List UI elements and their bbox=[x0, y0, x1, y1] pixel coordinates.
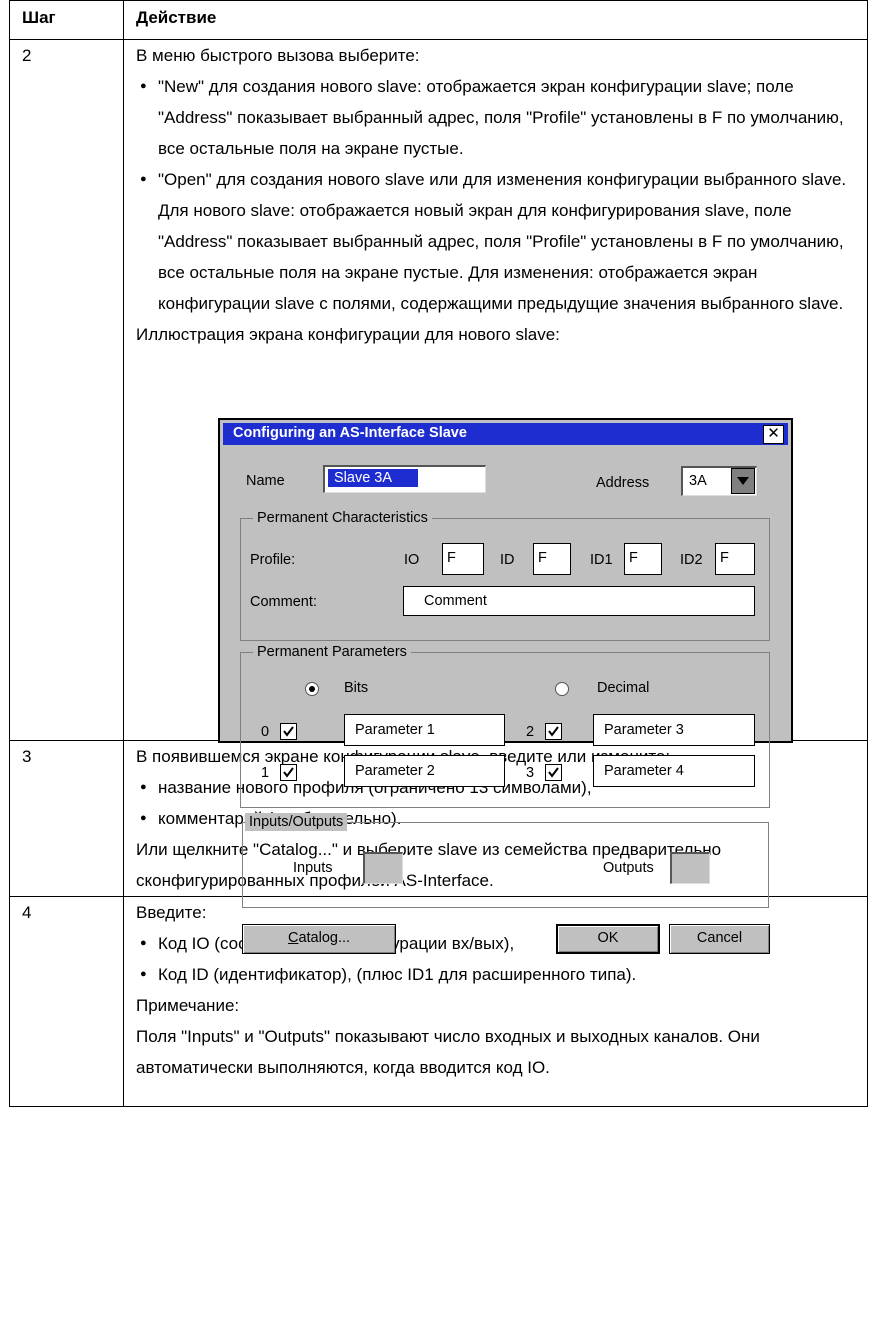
list-item: "Open" для создания нового slave или для… bbox=[136, 164, 867, 319]
outputs-field bbox=[670, 852, 710, 884]
perm-characteristics-group: Permanent Characteristics bbox=[240, 509, 770, 641]
dialog-titlebar[interactable]: Configuring an AS-Interface Slave ✕ bbox=[223, 423, 788, 445]
ok-button[interactable]: OK bbox=[556, 924, 660, 954]
list-item: Код ID (идентификатор), (плюс ID1 для ра… bbox=[136, 959, 867, 990]
id-value: F bbox=[538, 550, 547, 566]
slave-config-dialog: Configuring an AS-Interface Slave ✕ Name… bbox=[218, 418, 793, 954]
step-intro: В меню быстрого вызова выберите: bbox=[136, 46, 420, 65]
param-label: Parameter 1 bbox=[355, 722, 435, 738]
dialog-title: Configuring an AS-Interface Slave bbox=[233, 425, 467, 441]
name-label: Name bbox=[246, 473, 285, 489]
radio-selected-dot bbox=[309, 686, 315, 692]
param-label: Parameter 3 bbox=[604, 722, 684, 738]
chevron-down-icon[interactable] bbox=[731, 468, 755, 494]
inputs-field bbox=[363, 852, 403, 884]
param-label: Parameter 4 bbox=[604, 763, 684, 779]
step-number: 2 bbox=[9, 39, 124, 741]
param-field[interactable]: Parameter 1 bbox=[344, 714, 505, 746]
name-value: Slave 3A bbox=[328, 469, 419, 487]
check-icon bbox=[283, 726, 294, 737]
close-icon[interactable]: ✕ bbox=[763, 425, 784, 444]
radio-decimal[interactable] bbox=[555, 682, 569, 696]
id-field[interactable]: F bbox=[533, 543, 571, 575]
io-field[interactable]: F bbox=[442, 543, 484, 575]
catalog-mnemonic: C bbox=[287, 930, 299, 946]
catalog-button[interactable]: Catalog... bbox=[242, 924, 396, 954]
comment-label: Comment: bbox=[250, 594, 317, 610]
profile-label: Profile: bbox=[250, 552, 296, 568]
io-label: IO bbox=[404, 552, 420, 568]
param-index: 1 bbox=[261, 765, 270, 781]
list-item: "New" для создания нового slave: отображ… bbox=[136, 71, 867, 164]
id2-field[interactable]: F bbox=[715, 543, 755, 575]
id1-field[interactable]: F bbox=[624, 543, 662, 575]
id-label: ID bbox=[500, 552, 515, 568]
header-row: Шаг Действие bbox=[9, 0, 868, 40]
param-checkbox[interactable] bbox=[280, 764, 297, 781]
param-index: 3 bbox=[526, 765, 535, 781]
outputs-label: Outputs bbox=[603, 860, 654, 876]
check-icon bbox=[548, 726, 559, 737]
comment-value: Comment bbox=[424, 593, 487, 609]
check-icon bbox=[548, 767, 559, 778]
param-field[interactable]: Parameter 2 bbox=[344, 755, 505, 787]
inputs-label: Inputs bbox=[293, 860, 333, 876]
header-step: Шаг bbox=[9, 0, 124, 40]
check-icon bbox=[283, 767, 294, 778]
header-action: Действие bbox=[123, 0, 868, 40]
id1-label: ID1 bbox=[590, 552, 613, 568]
param-field[interactable]: Parameter 4 bbox=[593, 755, 755, 787]
cancel-button[interactable]: Cancel bbox=[669, 924, 770, 954]
param-index: 2 bbox=[526, 724, 535, 740]
note-label: Примечание: bbox=[136, 996, 240, 1015]
id2-value: F bbox=[720, 550, 729, 566]
radio-bits[interactable] bbox=[305, 682, 319, 696]
param-label: Parameter 2 bbox=[355, 763, 435, 779]
address-label: Address bbox=[596, 475, 650, 491]
id1-value: F bbox=[629, 550, 638, 566]
step-number: 4 bbox=[9, 896, 124, 1107]
step-outro: Иллюстрация экрана конфигурации для ново… bbox=[136, 325, 560, 344]
param-checkbox[interactable] bbox=[545, 764, 562, 781]
name-field[interactable]: Slave 3A bbox=[323, 465, 486, 493]
radio-decimal-label: Decimal bbox=[597, 680, 650, 696]
radio-bits-label: Bits bbox=[344, 680, 369, 696]
id2-label: ID2 bbox=[680, 552, 703, 568]
step-outro: Поля "Inputs" и "Outputs" показывают чис… bbox=[136, 1027, 760, 1077]
io-value: F bbox=[447, 550, 456, 566]
param-checkbox[interactable] bbox=[280, 723, 297, 740]
comment-field[interactable]: Comment bbox=[403, 586, 755, 616]
param-index: 0 bbox=[261, 724, 270, 740]
step-number: 3 bbox=[9, 740, 124, 897]
address-value: 3A bbox=[689, 473, 707, 489]
perm-parameters-legend: Permanent Parameters bbox=[253, 643, 411, 661]
param-field[interactable]: Parameter 3 bbox=[593, 714, 755, 746]
catalog-label: atalog... bbox=[298, 930, 351, 946]
param-checkbox[interactable] bbox=[545, 723, 562, 740]
perm-characteristics-legend: Permanent Characteristics bbox=[253, 509, 432, 527]
io-legend: Inputs/Outputs bbox=[245, 813, 348, 831]
